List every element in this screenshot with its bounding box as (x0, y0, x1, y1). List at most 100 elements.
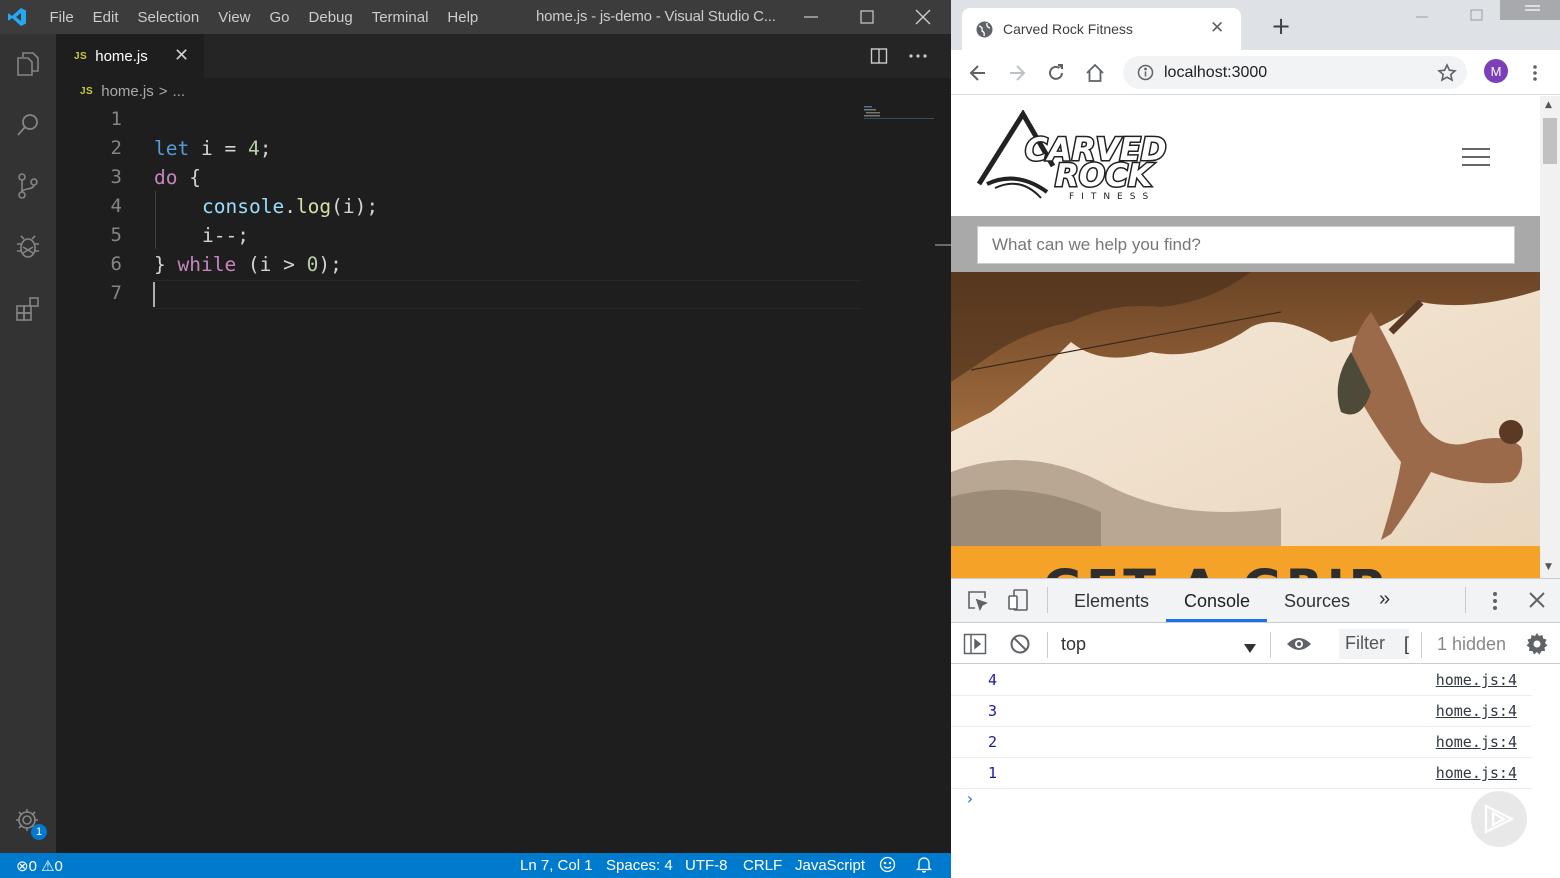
address-bar[interactable]: localhost:3000 (1123, 56, 1467, 89)
debug-icon[interactable] (8, 227, 48, 267)
vscode-titlebar: File Edit Selection View Go Debug Termin… (0, 0, 951, 34)
divider (1465, 587, 1466, 613)
line-number: 1 (110, 108, 122, 130)
settings-gear-icon[interactable]: 1 (8, 801, 48, 841)
new-tab-icon[interactable]: + (1271, 14, 1291, 38)
hamburger-menu-icon[interactable] (1462, 148, 1490, 166)
clear-console-icon[interactable] (1009, 633, 1031, 659)
indentation[interactable]: Spaces: 4 (606, 857, 673, 874)
show-sidebar-icon[interactable] (963, 632, 987, 660)
menu-edit[interactable]: Edit (83, 9, 128, 26)
reload-icon[interactable] (1043, 60, 1069, 86)
line-number: 7 (110, 282, 122, 304)
more-actions-icon[interactable] (908, 34, 928, 78)
log-value: 4 (988, 671, 998, 689)
scroll-up-icon[interactable]: ▲ (1545, 100, 1552, 110)
menu-view[interactable]: View (209, 9, 260, 26)
log-source-link[interactable]: home.js:4 (1436, 733, 1517, 751)
back-arrow-icon[interactable] (965, 60, 991, 86)
line-number: 3 (110, 166, 122, 188)
divider (1421, 632, 1422, 658)
search-icon[interactable] (8, 105, 48, 145)
log-source-link[interactable]: home.js:4 (1436, 702, 1517, 720)
line-ending[interactable]: CRLF (743, 857, 782, 874)
devtools-panel: Elements Console Sources » top Filter [… (951, 578, 1560, 878)
console-log-row: 3 home.js:4 (951, 696, 1532, 727)
console-settings-gear-icon[interactable] (1525, 632, 1549, 660)
menu-help[interactable]: Help (438, 9, 488, 26)
tab-console[interactable]: Console (1184, 591, 1250, 612)
extensions-icon[interactable] (8, 288, 48, 328)
breadcrumb-more[interactable]: ... (173, 83, 186, 100)
tab-sources[interactable]: Sources (1284, 591, 1350, 612)
tab-elements[interactable]: Elements (1074, 591, 1149, 612)
promo-banner-text: GET A GRIP (1043, 560, 1388, 578)
menu-debug[interactable]: Debug (299, 9, 362, 26)
chrome-window: Carved Rock Fitness ✕ + localhost:3000 M… (951, 0, 1560, 878)
menu-go[interactable]: Go (260, 9, 299, 26)
bookmark-star-icon[interactable] (1437, 63, 1457, 83)
minimize-button[interactable] (783, 0, 839, 34)
vscode-logo-icon (0, 0, 34, 34)
home-icon[interactable] (1082, 60, 1108, 86)
line-number: 6 (110, 253, 122, 275)
breadcrumb-separator: > (158, 82, 168, 100)
close-tab-icon[interactable]: ✕ (174, 45, 189, 66)
live-expression-eye-icon[interactable] (1286, 635, 1312, 657)
breadcrumb-file[interactable]: home.js (101, 83, 154, 100)
forward-arrow-icon[interactable] (1004, 60, 1030, 86)
source-control-icon[interactable] (8, 166, 48, 206)
divider (1047, 632, 1048, 658)
climber-hero-image (951, 272, 1540, 546)
close-devtools-icon[interactable] (1528, 591, 1546, 613)
inspect-element-icon[interactable] (966, 589, 989, 615)
page-scrollbar[interactable]: ▲ ▼ (1540, 96, 1560, 578)
hidden-count[interactable]: 1 hidden (1437, 634, 1506, 655)
problems-indicator[interactable]: ⊗0 ⚠0 (16, 857, 63, 875)
play-overlay-button[interactable] (1471, 791, 1527, 847)
chrome-menu-icon[interactable] (1522, 60, 1548, 86)
log-source-link[interactable]: home.js:4 (1436, 671, 1517, 689)
split-editor-icon[interactable] (870, 34, 888, 78)
site-search-input[interactable]: What can we help you find? (977, 226, 1515, 264)
close-window-button[interactable] (895, 0, 951, 34)
log-source-link[interactable]: home.js:4 (1436, 764, 1517, 782)
menu-terminal[interactable]: Terminal (362, 9, 438, 26)
console-filter-input[interactable]: Filter (1339, 629, 1409, 659)
scrollbar-thumb[interactable] (1543, 118, 1557, 164)
cursor-position[interactable]: Ln 7, Col 1 (520, 857, 593, 874)
feedback-smiley-icon[interactable] (879, 856, 896, 877)
console-prompt-chevron-icon[interactable]: › (965, 789, 975, 808)
warning-icon: ⚠ (41, 858, 55, 875)
maximize-button[interactable] (839, 0, 895, 34)
scroll-down-icon[interactable]: ▼ (1545, 562, 1552, 572)
code-editor[interactable]: 1 2 3 4 5 6 7 let i = 4; do { console.lo… (56, 104, 951, 853)
close-window-button[interactable] (1500, 0, 1560, 28)
tab-home-js[interactable]: JS home.js ✕ (56, 34, 204, 78)
info-icon[interactable] (1137, 64, 1154, 81)
dropdown-arrow-icon[interactable] (1244, 639, 1256, 658)
context-selector[interactable]: top (1061, 634, 1086, 655)
profile-avatar[interactable]: M (1484, 59, 1508, 83)
encoding[interactable]: UTF-8 (685, 857, 728, 874)
line-number: 2 (110, 137, 122, 159)
close-tab-icon[interactable]: ✕ (1210, 18, 1224, 38)
devtools-menu-icon[interactable] (1492, 590, 1498, 616)
device-toolbar-icon[interactable] (1006, 588, 1030, 616)
carved-rock-logo[interactable]: CARVED ROCK FITNESS (976, 109, 1177, 204)
menu-file[interactable]: File (40, 9, 83, 26)
log-value: 1 (988, 764, 998, 782)
browser-tab[interactable]: Carved Rock Fitness ✕ (962, 8, 1241, 50)
maximize-button[interactable] (1470, 6, 1484, 25)
explorer-icon[interactable] (8, 44, 48, 84)
more-tabs-icon[interactable]: » (1379, 588, 1390, 611)
language-mode[interactable]: JavaScript (795, 857, 865, 874)
tab-title: Carved Rock Fitness (1003, 21, 1133, 37)
menu-selection[interactable]: Selection (128, 9, 209, 26)
minimap[interactable] (862, 104, 934, 144)
svg-text:FITNESS: FITNESS (1069, 192, 1155, 202)
minimize-button[interactable] (1415, 6, 1429, 25)
notifications-bell-icon[interactable] (915, 856, 933, 877)
globe-favicon-icon (976, 21, 993, 38)
text-cursor (153, 282, 155, 307)
